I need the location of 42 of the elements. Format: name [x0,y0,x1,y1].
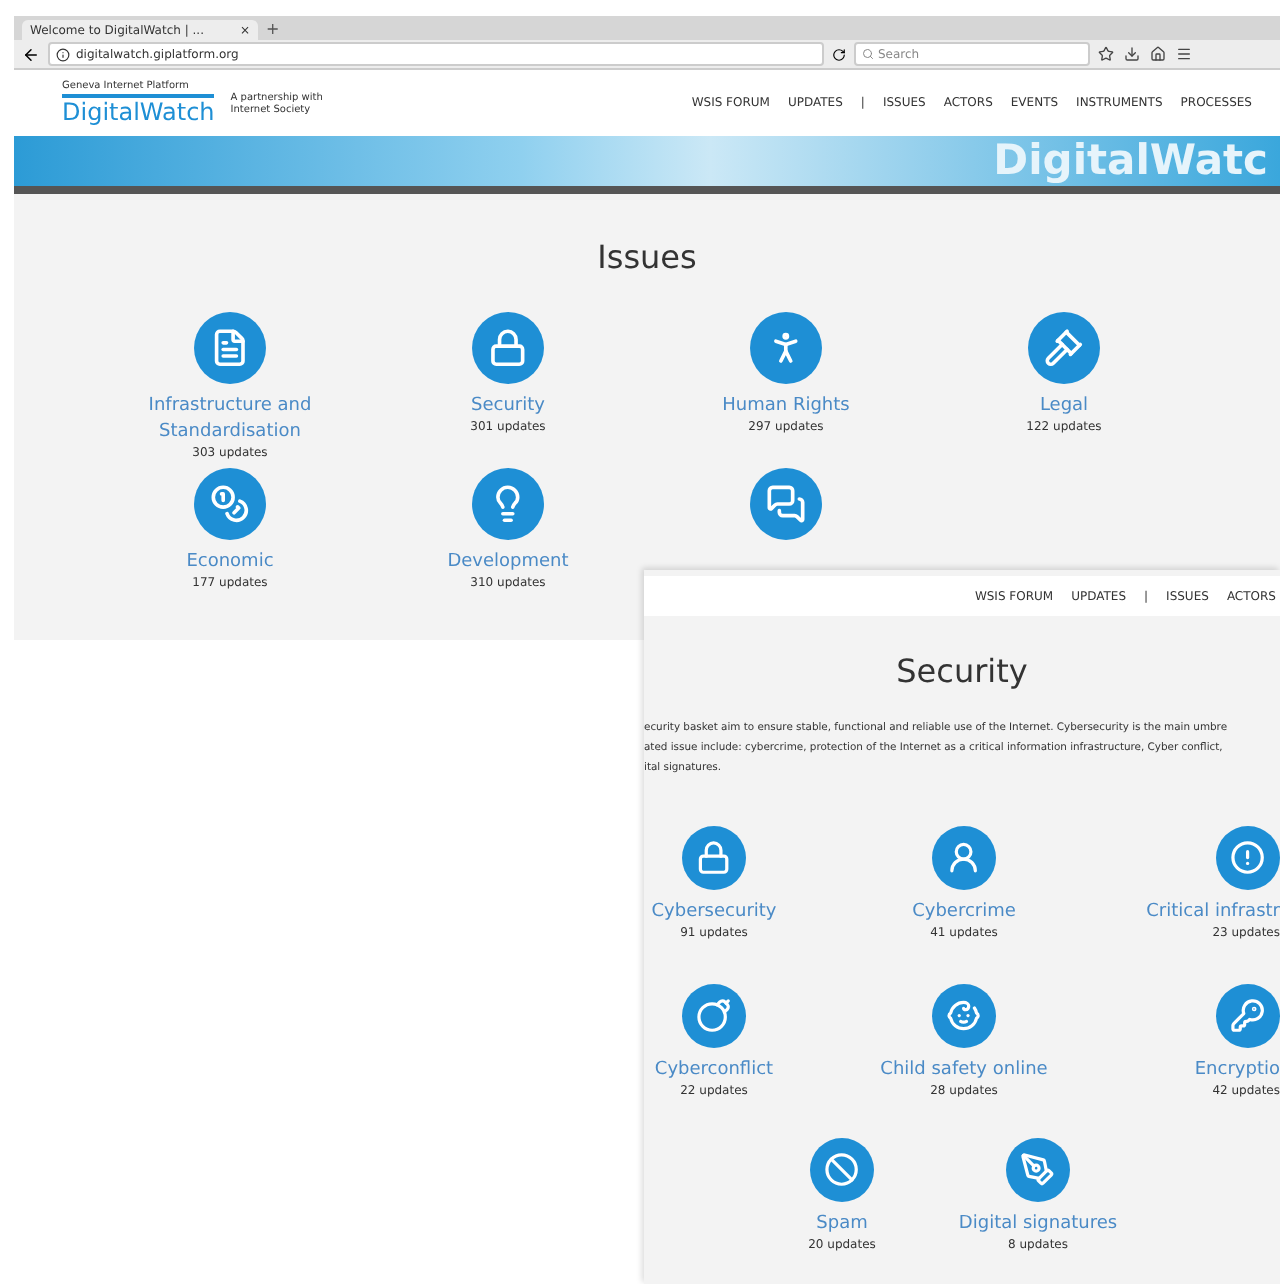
page-title: Issues [597,238,697,276]
issue-link[interactable]: Child safety online [880,1058,1048,1084]
issue-link[interactable]: Development [447,550,569,576]
reload-icon[interactable] [832,47,846,61]
home-icon[interactable] [1150,46,1166,62]
ban-icon[interactable] [810,1138,874,1202]
issue-link[interactable]: Infrastructure and Standardisation [91,394,369,446]
person-icon[interactable] [750,312,822,384]
lock-icon[interactable] [682,826,746,890]
banner-text: DigitalWatc [993,136,1268,186]
issue-link[interactable]: Security [471,394,545,420]
bomb-icon[interactable] [682,984,746,1048]
site-logo[interactable]: DigitalWatch [62,98,215,126]
search-icon [862,48,874,60]
chat-bubbles-icon[interactable] [750,468,822,540]
download-icon[interactable] [1124,46,1140,62]
issue-link[interactable]: Cybercrime [912,900,1016,926]
issue-link[interactable]: Spam [816,1212,868,1238]
pen-icon[interactable] [1006,1138,1070,1202]
coins-icon[interactable] [194,468,266,540]
issue-link[interactable]: Cyberconflict [654,1058,774,1084]
baby-icon[interactable] [932,984,996,1048]
issue-link[interactable]: Cybersecurity [651,900,777,926]
menu-icon[interactable] [1176,46,1192,62]
exclamation-icon[interactable] [1216,826,1280,890]
lock-icon[interactable] [472,312,544,384]
issue-link[interactable]: Legal [1039,394,1089,420]
info-icon[interactable] [56,47,70,61]
new-tab-button[interactable]: + [266,20,280,40]
issue-link[interactable]: Critical infrastr [1146,900,1280,926]
issue-link[interactable]: Encryptio [1194,1058,1280,1084]
page-title: Security [894,652,1030,690]
star-icon[interactable] [1098,46,1114,62]
back-icon[interactable] [22,45,40,63]
issue-link[interactable]: Economic [186,550,274,576]
gavel-icon[interactable] [1028,312,1100,384]
key-icon[interactable] [1216,984,1280,1048]
person-icon[interactable] [932,826,996,890]
issue-link[interactable]: Human Rights [722,394,850,420]
issue-link[interactable]: Digital signatures [958,1212,1118,1238]
lightbulb-icon[interactable] [472,468,544,540]
document-icon[interactable] [194,312,266,384]
